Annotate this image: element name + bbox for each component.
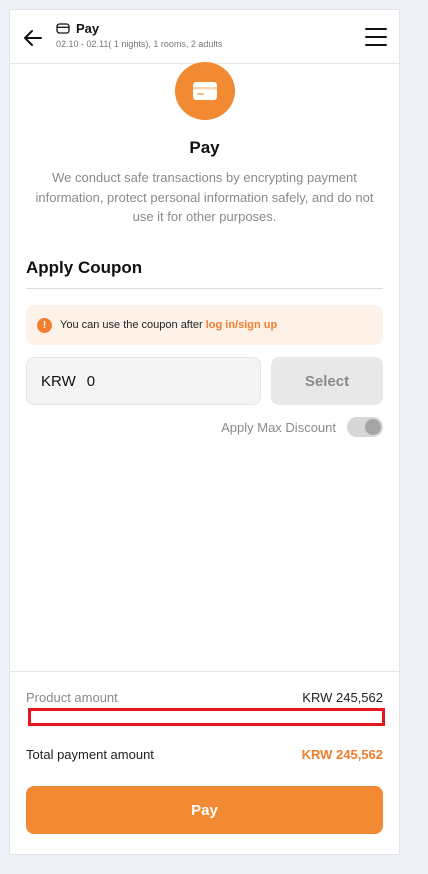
page-title: Pay <box>76 21 100 36</box>
max-discount-row: Apply Max Discount <box>221 417 383 437</box>
max-discount-label: Apply Max Discount <box>221 419 336 435</box>
security-description: We conduct safe transactions by encrypti… <box>35 170 374 224</box>
max-discount-toggle[interactable] <box>347 417 383 437</box>
card-icon <box>193 82 217 100</box>
booking-summary: 02.10 - 02.11( 1 nights), 1 rooms, 2 adu… <box>56 39 223 49</box>
menu-button[interactable] <box>365 27 387 47</box>
payment-hero-icon <box>175 62 235 120</box>
select-coupon-button[interactable]: Select <box>271 357 383 405</box>
product-amount-row: Product amount KRW 245,562 <box>26 690 383 705</box>
header-title-group: Pay 02.10 - 02.11( 1 nights), 1 rooms, 2… <box>56 21 222 49</box>
phone-frame: Pay 02.10 - 02.11( 1 nights), 1 rooms, 2… <box>9 9 400 855</box>
notice-text: You can use the coupon after <box>60 319 203 331</box>
pay-button[interactable]: Pay <box>26 786 383 834</box>
coupon-value: 0 <box>86 372 96 390</box>
back-button[interactable] <box>22 27 44 49</box>
coupon-notice: ! You can use the coupon after log in/si… <box>26 305 383 345</box>
arrow-left-icon <box>24 30 42 46</box>
coupon-currency: KRW <box>41 372 76 390</box>
total-amount-label: Total payment amount <box>26 747 154 762</box>
card-icon <box>56 23 70 34</box>
toggle-knob <box>365 419 381 435</box>
payment-summary: Product amount KRW 245,562 Total payment… <box>10 671 399 854</box>
total-amount-row: Total payment amount KRW 245,562 <box>26 747 383 762</box>
login-signup-link[interactable]: log in/sign up <box>206 319 278 331</box>
section-divider <box>26 288 383 289</box>
highlight-box <box>28 708 385 726</box>
hero-title: Pay <box>189 138 220 157</box>
exclamation-icon: ! <box>37 317 52 333</box>
hamburger-menu-icon <box>365 28 387 46</box>
product-amount-value: KRW 245,562 <box>302 690 383 705</box>
product-amount-label: Product amount <box>26 690 118 705</box>
coupon-amount-field[interactable]: KRW 0 <box>26 357 261 405</box>
header: Pay 02.10 - 02.11( 1 nights), 1 rooms, 2… <box>10 10 399 64</box>
coupon-section-title: Apply Coupon <box>26 258 143 277</box>
total-amount-value: KRW 245,562 <box>301 747 383 762</box>
